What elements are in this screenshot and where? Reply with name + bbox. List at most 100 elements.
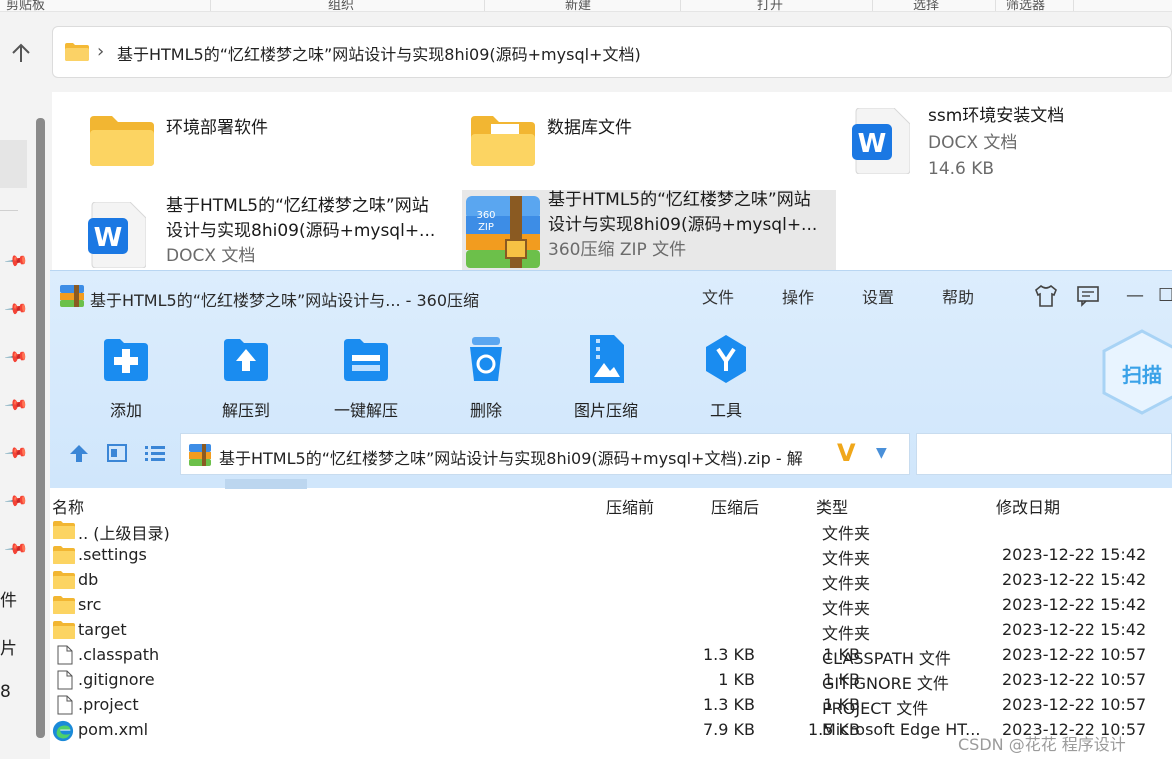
svg-text:ZIP: ZIP <box>478 222 494 233</box>
up-level-icon[interactable] <box>68 443 90 468</box>
ribbon-open[interactable]: 打开 <box>757 0 783 11</box>
add-button[interactable]: 添加 <box>76 333 176 420</box>
search-input[interactable] <box>916 433 1172 475</box>
zip-toolbar-area: 基于HTML5的“忆红楼梦之味”网站设计与... - 360压缩 文件 操作 设… <box>50 270 1172 489</box>
row-name: .project <box>78 695 139 714</box>
up-arrow-icon[interactable] <box>6 38 36 68</box>
table-row[interactable]: .classpath 1.3 KB 1 KB CLASSPATH 文件 2023-12-… <box>50 644 1172 669</box>
folder-icon <box>52 570 76 590</box>
one-click-extract-icon <box>344 339 388 381</box>
ribbon-organize[interactable]: 组织 <box>328 0 354 11</box>
svg-text:360: 360 <box>476 210 495 221</box>
file-icon <box>52 670 76 690</box>
feedback-icon[interactable] <box>1076 285 1100 312</box>
pin-icon: 📌 <box>3 488 30 514</box>
add-icon <box>104 339 148 381</box>
row-name: pom.xml <box>78 720 149 739</box>
file-tile-ssm-doc[interactable]: W ssm环境安装文档 DOCX 文档 14.6 KB <box>846 98 1166 182</box>
table-row[interactable]: .gitignore 1 KB 1 KB GITIGNORE 文件 2023-12-22… <box>50 669 1172 694</box>
archive-path-field[interactable]: 基于HTML5的“忆红楼梦之味”网站设计与实现8hi09(源码+mysql+文档… <box>180 433 910 475</box>
row-name: target <box>78 620 127 639</box>
extract-to-button[interactable]: 解压到 <box>196 333 296 420</box>
table-row[interactable]: .. (上级目录) 文件夹 <box>50 519 1172 544</box>
sidebar-selected-item[interactable] <box>0 140 27 188</box>
file-tile-zip-selected[interactable]: 360 ZIP 基于HTML5的“忆红楼梦之味”网站 设计与实现8hi09(源码… <box>462 190 836 270</box>
sidebar-scrollbar[interactable] <box>36 118 45 738</box>
row-date: 2023-12-22 15:42 <box>1002 545 1147 564</box>
row-date: 2023-12-22 10:57 <box>1002 695 1147 714</box>
scan-button[interactable]: 扫描 <box>1102 329 1172 415</box>
svg-text:W: W <box>858 129 887 159</box>
menu-settings[interactable]: 设置 <box>862 284 894 308</box>
row-name: src <box>78 595 102 614</box>
skin-tshirt-icon[interactable] <box>1034 284 1058 312</box>
verified-v-icon: V <box>837 439 856 467</box>
file-size: 14.6 KB <box>928 159 995 179</box>
word-doc-icon: W <box>88 202 146 268</box>
pin-icon: 📌 <box>3 392 30 418</box>
list-view-icon[interactable] <box>144 443 166 468</box>
sidebar-label[interactable]: 片 <box>0 634 17 659</box>
row-size-before: 7.9 KB <box>703 720 755 739</box>
thumbnail-view-icon[interactable] <box>106 443 128 468</box>
word-doc-icon: W <box>852 108 910 174</box>
file-tile-docx[interactable]: W 基于HTML5的“忆红楼梦之味”网站 设计与实现8hi09(源码+mysql… <box>82 192 462 270</box>
column-name[interactable]: 名称 <box>52 494 84 518</box>
ribbon-select[interactable]: 选择 <box>913 0 939 11</box>
explorer-file-grid: 环境部署软件 数据库文件 W ssm环境安装文档 DOCX 文档 14.6 KB… <box>52 92 1172 270</box>
address-bar[interactable]: › 基于HTML5的“忆红楼梦之味”网站设计与实现8hi09(源码+mysql+… <box>52 26 1172 78</box>
sidebar-label[interactable]: 8 <box>0 682 11 702</box>
address-path: 基于HTML5的“忆红楼梦之味”网站设计与实现8hi09(源码+mysql+文档… <box>117 45 641 64</box>
file-name: ssm环境安装文档 <box>928 106 1065 126</box>
pin-icon: 📌 <box>3 248 30 274</box>
table-row[interactable]: .project 1.3 KB 1 KB PROJECT 文件 2023-12-22 1… <box>50 694 1172 719</box>
folder-icon <box>90 116 154 166</box>
file-icon <box>52 695 76 715</box>
menu-file[interactable]: 文件 <box>702 284 734 308</box>
folder-icon <box>52 620 76 640</box>
minimize-icon[interactable]: — <box>1126 285 1144 306</box>
column-after[interactable]: 压缩后 <box>711 494 759 518</box>
zip-app-logo-icon <box>60 285 84 307</box>
breadcrumb-chevron-icon: › <box>97 41 105 62</box>
column-date[interactable]: 修改日期 <box>996 494 1060 518</box>
one-click-extract-button[interactable]: 一键解压 <box>316 333 416 420</box>
ribbon-new[interactable]: 新建 <box>565 0 591 11</box>
row-type: 文件夹 <box>822 574 871 593</box>
row-size-before: 1.3 KB <box>703 695 755 714</box>
table-row[interactable]: db 文件夹 2023-12-22 15:42 <box>50 569 1172 594</box>
folder-icon <box>52 595 76 615</box>
file-icon <box>52 645 76 665</box>
pin-icon: 📌 <box>3 440 30 466</box>
row-name: .settings <box>78 545 147 564</box>
row-type: GITIGNORE 文件 <box>822 674 949 693</box>
file-name: 数据库文件 <box>547 118 632 138</box>
tools-button[interactable]: 工具 <box>676 333 776 420</box>
column-type[interactable]: 类型 <box>816 494 848 518</box>
chevron-down-icon[interactable]: ▼ <box>876 445 887 461</box>
folder-icon <box>52 520 76 540</box>
watermark: CSDN @花花 程序设计 <box>958 735 1126 754</box>
file-tile-database[interactable]: 数据库文件 <box>464 104 824 174</box>
maximize-icon[interactable]: ☐ <box>1158 285 1172 306</box>
table-row[interactable]: .settings 文件夹 2023-12-22 15:42 <box>50 544 1172 569</box>
folder-icon <box>65 43 89 61</box>
extract-to-icon <box>224 339 268 381</box>
menu-help[interactable]: 帮助 <box>942 284 974 308</box>
table-row[interactable]: target 文件夹 2023-12-22 15:42 <box>50 619 1172 644</box>
delete-button[interactable]: 删除 <box>436 333 536 420</box>
row-type: CLASSPATH 文件 <box>822 649 951 668</box>
ribbon-filter[interactable]: 筛选器 <box>1006 0 1045 11</box>
ribbon-clipboard[interactable]: 剪贴板 <box>6 0 45 11</box>
table-row[interactable]: src 文件夹 2023-12-22 15:42 <box>50 594 1172 619</box>
image-compress-button[interactable]: 图片压缩 <box>556 333 656 420</box>
zip-window-title: 基于HTML5的“忆红楼梦之味”网站设计与... - 360压缩 <box>90 291 480 310</box>
file-name-line1: 基于HTML5的“忆红楼梦之味”网站 <box>548 190 811 210</box>
menu-operation[interactable]: 操作 <box>782 284 814 308</box>
image-compress-icon <box>590 335 624 383</box>
column-before[interactable]: 压缩前 <box>606 494 654 518</box>
sidebar-label[interactable]: 件 <box>0 586 17 611</box>
delete-icon <box>470 337 502 381</box>
file-tile-env-software[interactable]: 环境部署软件 <box>82 104 442 174</box>
row-size-before: 1.3 KB <box>703 645 755 664</box>
